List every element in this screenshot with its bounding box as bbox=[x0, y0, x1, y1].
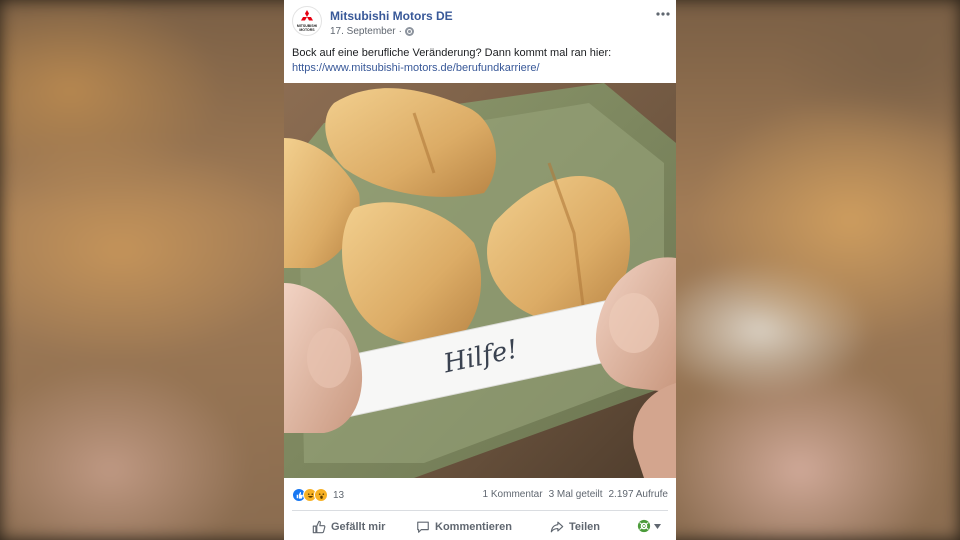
post-date[interactable]: 17. September bbox=[330, 26, 396, 37]
post-text: Bock auf eine berufliche Veränderung? Da… bbox=[292, 47, 612, 59]
views-count: 2.197 Aufrufe bbox=[608, 489, 669, 500]
post-link[interactable]: https://www.mitsubishi-motors.de/berufun… bbox=[292, 61, 668, 76]
like-button[interactable]: Gefällt mir bbox=[312, 520, 385, 534]
shares-count-link[interactable]: 3 Mal geteilt bbox=[549, 489, 603, 500]
avatar-logo-text-2: MOTORS bbox=[299, 28, 315, 32]
share-icon bbox=[550, 521, 564, 533]
page-avatar-small-icon bbox=[637, 519, 651, 533]
globe-icon bbox=[404, 27, 414, 36]
comment-label: Kommentieren bbox=[435, 521, 513, 533]
thumbs-up-icon bbox=[312, 520, 326, 534]
post-message: Bock auf eine berufliche Veränderung? Da… bbox=[284, 46, 676, 76]
audience-selector[interactable] bbox=[637, 519, 661, 533]
mitsubishi-logo-icon bbox=[301, 10, 313, 21]
meta-separator: · bbox=[398, 26, 402, 37]
post-header: MITSUBISHI MOTORS Mitsubishi Motors DE 1… bbox=[284, 0, 676, 44]
like-label: Gefällt mir bbox=[331, 521, 386, 533]
caret-down-icon bbox=[654, 523, 661, 529]
post-actions: Gefällt mir Kommentieren Teilen bbox=[284, 514, 676, 540]
post-meta: 17. September · bbox=[330, 26, 414, 37]
share-label: Teilen bbox=[569, 521, 600, 533]
wow-reaction-icon bbox=[314, 488, 328, 502]
comments-count-link[interactable]: 1 Kommentar bbox=[483, 489, 543, 500]
page-name-link[interactable]: Mitsubishi Motors DE bbox=[330, 9, 453, 23]
ellipsis-icon bbox=[656, 12, 670, 16]
engagement-counts: 1 Kommentar 3 Mal geteilt 2.197 Aufrufe bbox=[483, 489, 668, 500]
post-stats: 13 1 Kommentar 3 Mal geteilt 2.197 Aufru… bbox=[284, 478, 676, 510]
comment-icon bbox=[417, 521, 429, 533]
share-button[interactable]: Teilen bbox=[550, 520, 600, 534]
more-options-button[interactable] bbox=[656, 4, 670, 20]
comment-button[interactable]: Kommentieren bbox=[416, 520, 512, 534]
facebook-post: MITSUBISHI MOTORS Mitsubishi Motors DE 1… bbox=[284, 0, 676, 540]
action-divider bbox=[292, 510, 668, 511]
fortune-cookie-photo: Hilfe! bbox=[284, 83, 676, 478]
post-photo[interactable]: Hilfe! bbox=[284, 83, 676, 478]
page-avatar[interactable]: MITSUBISHI MOTORS bbox=[292, 6, 322, 36]
reactions-summary[interactable]: 13 bbox=[292, 488, 344, 502]
reaction-count: 13 bbox=[333, 489, 345, 501]
